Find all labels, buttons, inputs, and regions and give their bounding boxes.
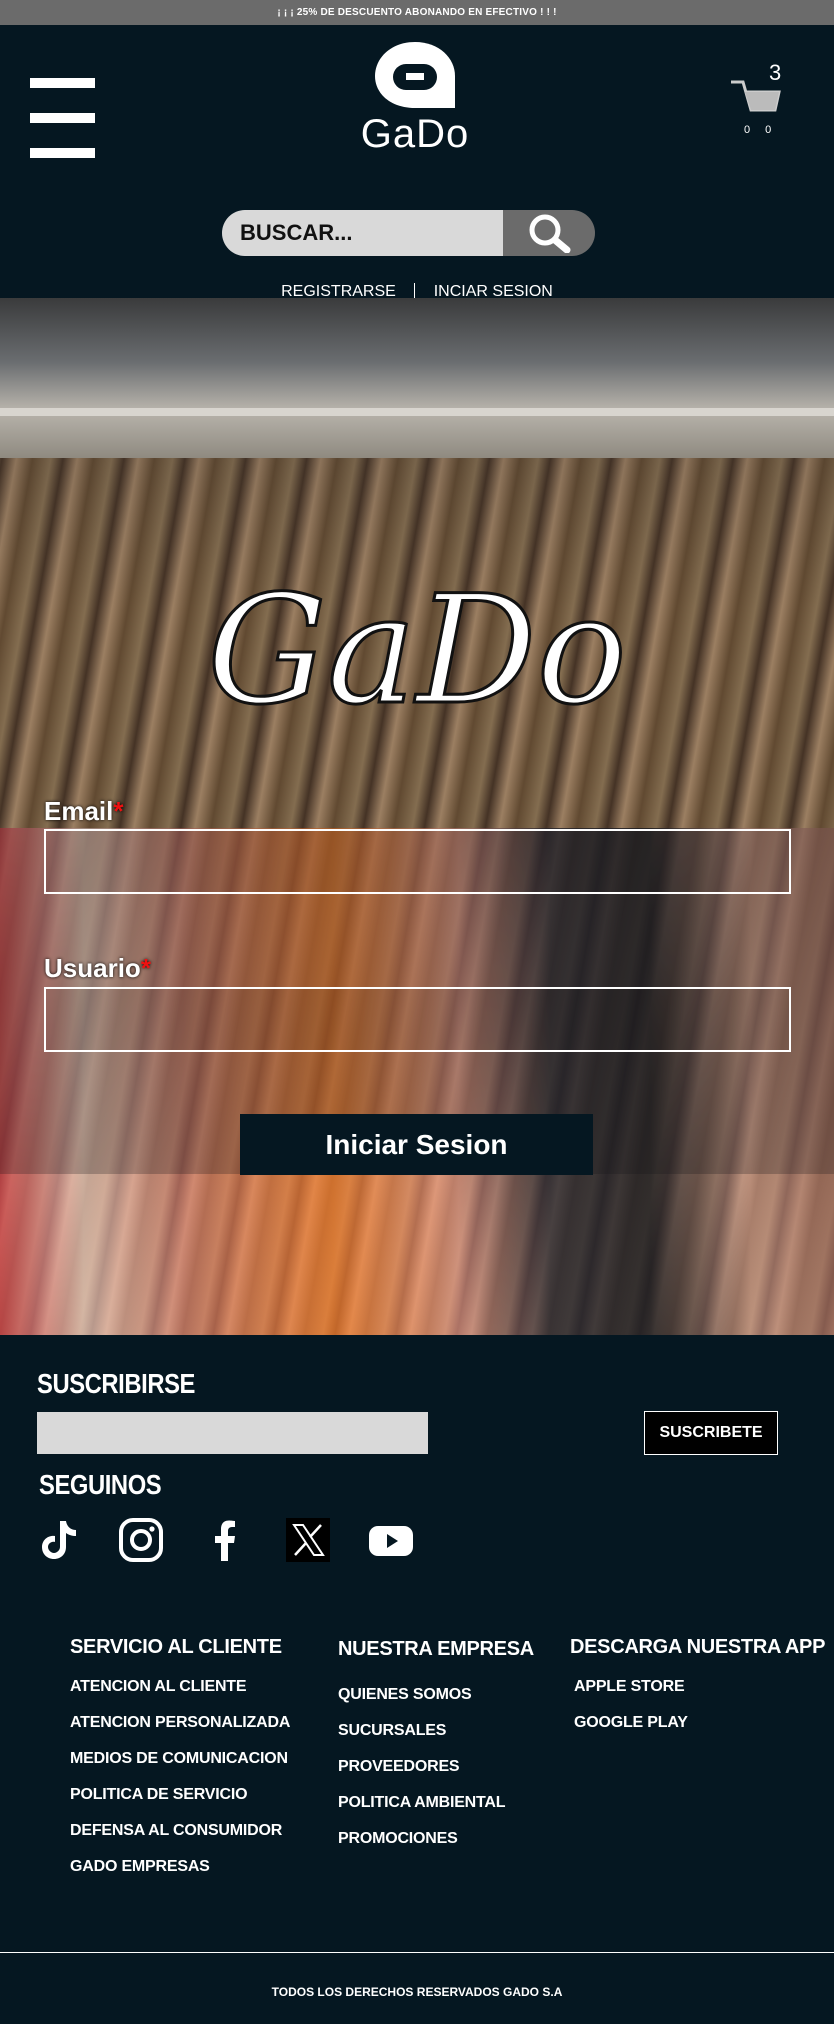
brand-script-title: GaDo — [206, 564, 629, 738]
email-field[interactable] — [44, 829, 791, 894]
x-icon[interactable] — [283, 1515, 333, 1565]
footer-link[interactable]: POLITICA AMBIENTAL — [338, 1794, 506, 1812]
required-mark: * — [113, 796, 124, 826]
email-label-text: Email — [44, 796, 114, 826]
footer-link[interactable]: SUCURSALES — [338, 1722, 446, 1740]
logo-mark-icon — [375, 42, 455, 108]
cart-subtotal: 0 0 — [744, 124, 778, 136]
footer-link[interactable]: QUIENES SOMOS — [338, 1686, 472, 1704]
footer-link[interactable]: GADO EMPRESAS — [70, 1858, 210, 1876]
logo-text: GaDo — [360, 112, 470, 156]
instagram-icon[interactable] — [116, 1515, 166, 1565]
cart-icon — [731, 80, 781, 112]
site-logo[interactable]: GaDo — [355, 40, 475, 160]
follow-title: SEGUINOS — [39, 1469, 162, 1500]
hero-background-top — [0, 298, 834, 458]
promo-text: ¡ ¡ ¡ 25% DE DESCUENTO ABONANDO EN EFECT… — [277, 7, 557, 18]
footer-link[interactable]: POLITICA DE SERVICIO — [70, 1786, 248, 1804]
required-mark: * — [140, 953, 151, 983]
site-footer: SUSCRIBIRSE SUSCRIBETE SEGUINOS SERVICIO… — [0, 1335, 834, 2024]
facebook-icon[interactable] — [200, 1515, 250, 1565]
user-label: Usuario* — [44, 953, 151, 984]
hero-login-section: GaDo Email* Usuario* Iniciar Sesion — [0, 298, 834, 1335]
footer-link[interactable]: GOOGLE PLAY — [574, 1714, 688, 1732]
youtube-icon[interactable] — [366, 1515, 416, 1565]
footer-col-title: DESCARGA NUESTRA APP — [570, 1636, 826, 1658]
menu-icon[interactable] — [30, 78, 95, 158]
subscribe-email-input[interactable] — [37, 1412, 428, 1454]
footer-divider — [0, 1952, 834, 1953]
footer-col-title: NUESTRA EMPRESA — [338, 1638, 534, 1660]
footer-link[interactable]: PROMOCIONES — [338, 1830, 458, 1848]
subscribe-title: SUSCRIBIRSE — [37, 1368, 195, 1399]
footer-col-title: SERVICIO AL CLIENTE — [70, 1636, 282, 1658]
cart-button[interactable]: 3 0 0 — [724, 60, 794, 145]
user-label-text: Usuario — [44, 953, 141, 983]
footer-link[interactable]: APPLE STORE — [574, 1678, 685, 1696]
search-input[interactable] — [222, 210, 505, 256]
copyright-text: TODOS LOS DERECHOS RESERVADOS GADO S.A — [271, 1985, 563, 1999]
tiktok-icon[interactable] — [33, 1515, 83, 1565]
user-field[interactable] — [44, 987, 791, 1052]
search-icon — [529, 214, 571, 253]
footer-link[interactable]: PROVEEDORES — [338, 1758, 460, 1776]
subscribe-button[interactable]: SUSCRIBETE — [644, 1411, 778, 1455]
promo-bar: ¡ ¡ ¡ 25% DE DESCUENTO ABONANDO EN EFECT… — [0, 0, 834, 25]
footer-link[interactable]: ATENCION AL CLIENTE — [70, 1678, 247, 1696]
search-bar — [222, 210, 595, 256]
login-button[interactable]: Iniciar Sesion — [240, 1114, 593, 1175]
footer-link[interactable]: DEFENSA AL CONSUMIDOR — [70, 1822, 282, 1840]
site-header: GaDo 3 0 0 REGISTRARSE INCIAR SESION — [0, 25, 834, 301]
clothes-rack — [0, 408, 834, 416]
footer-link[interactable]: MEDIOS DE COMUNICACION — [70, 1750, 288, 1768]
search-button[interactable] — [503, 210, 595, 256]
footer-link[interactable]: ATENCION PERSONALIZADA — [70, 1714, 290, 1732]
email-label: Email* — [44, 796, 124, 827]
